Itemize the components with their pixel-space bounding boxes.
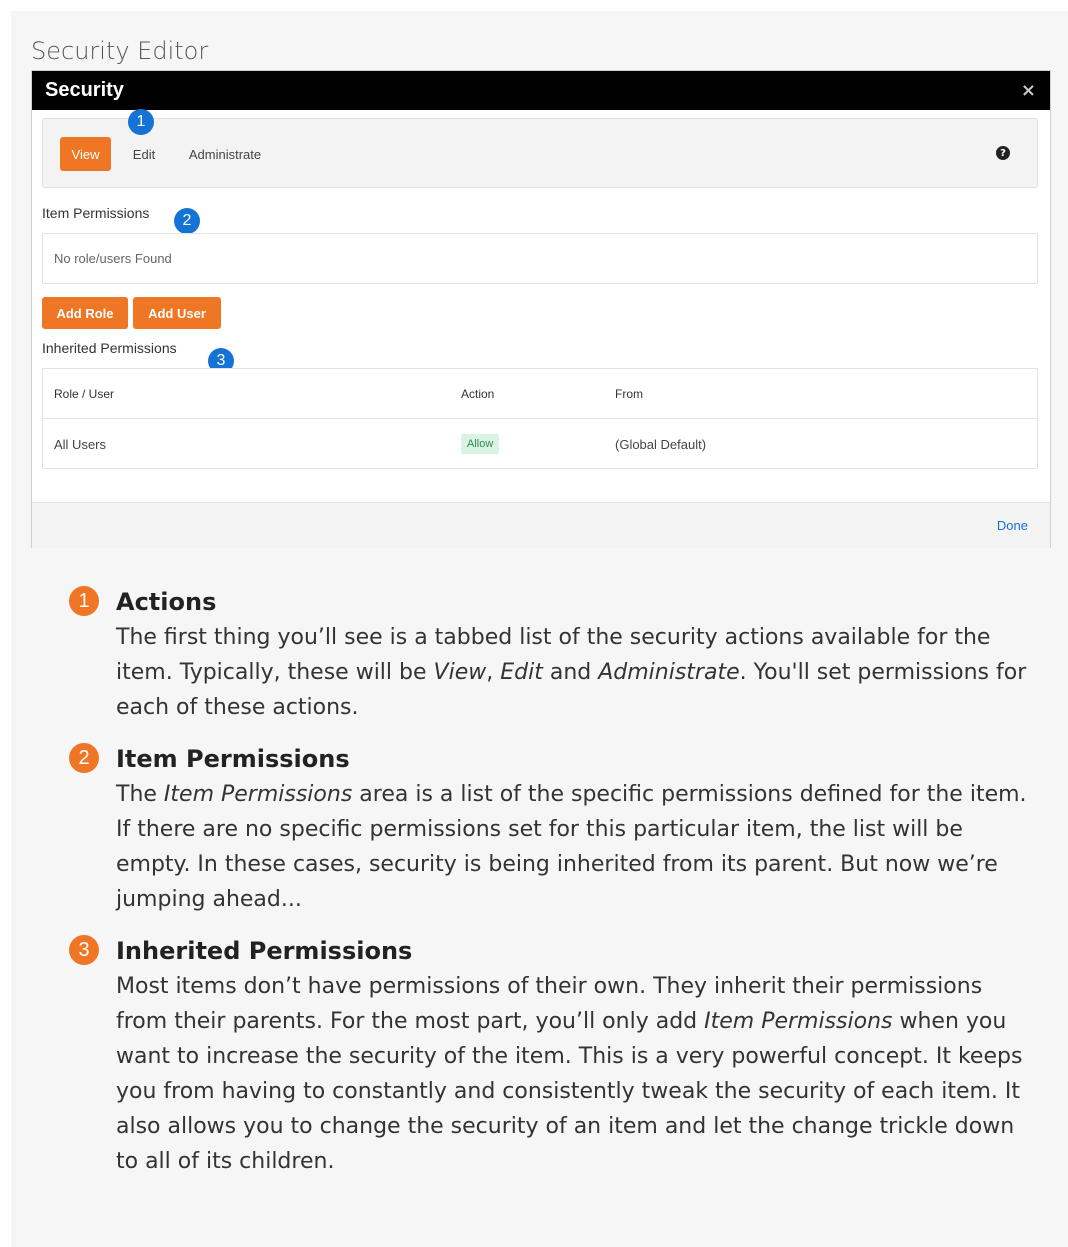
inherited-permissions-grid: Role / User Action From All Users Allow … bbox=[42, 368, 1038, 469]
item-body: Most items don’t have permissions of the… bbox=[116, 974, 1023, 1174]
item-title: Item Permissions bbox=[116, 745, 350, 773]
item-title: Actions bbox=[116, 588, 217, 616]
allow-badge: Allow bbox=[461, 434, 500, 454]
list-item: 3 Inherited Permissions Most items don’t… bbox=[69, 934, 1029, 1179]
list-item: 2 Item Permissions The Item Permissions … bbox=[69, 742, 1029, 917]
action-cell: Allow bbox=[461, 419, 500, 469]
column-header-action[interactable]: Action bbox=[461, 369, 494, 419]
tab-edit[interactable]: Edit bbox=[127, 137, 161, 171]
modal-header: Security × bbox=[32, 71, 1050, 110]
inherited-permissions-label: Inherited Permissions bbox=[42, 340, 177, 356]
callout-number-2: 2 bbox=[69, 743, 99, 773]
modal-title: Security bbox=[45, 79, 124, 101]
modal-footer: Done bbox=[32, 502, 1050, 548]
grid-header-row: Role / User Action From bbox=[43, 369, 1037, 419]
close-icon[interactable]: × bbox=[1021, 81, 1036, 100]
table-row[interactable]: All Users Allow (Global Default) bbox=[43, 419, 1037, 469]
explanation-list: 1 Actions The first thing you’ll see is … bbox=[69, 585, 1029, 1196]
item-title: Inherited Permissions bbox=[116, 937, 413, 965]
role-user-cell: All Users bbox=[54, 436, 107, 452]
callout-2-badge: 2 bbox=[174, 208, 200, 234]
add-role-button[interactable]: Add Role bbox=[42, 297, 128, 329]
column-header-from[interactable]: From bbox=[615, 369, 643, 419]
done-button[interactable]: Done bbox=[997, 518, 1028, 533]
callout-1-badge: 1 bbox=[128, 109, 154, 135]
actions-tab-bar: View Edit Administrate ? bbox=[42, 118, 1038, 188]
item-body: The first thing you’ll see is a tabbed l… bbox=[116, 625, 1027, 720]
add-user-button[interactable]: Add User bbox=[133, 297, 221, 329]
tab-administrate[interactable]: Administrate bbox=[177, 137, 273, 171]
item-permissions-empty: No role/users Found bbox=[42, 233, 1038, 284]
security-modal: Security × View Edit Administrate ? 1 It… bbox=[31, 70, 1051, 548]
tab-view[interactable]: View bbox=[60, 137, 111, 171]
page-caption: Security Editor bbox=[31, 37, 209, 65]
help-icon[interactable]: ? bbox=[996, 146, 1010, 160]
column-header-role-user[interactable]: Role / User bbox=[54, 369, 114, 419]
from-cell: (Global Default) bbox=[615, 436, 707, 452]
item-body: The Item Permissions area is a list of t… bbox=[116, 782, 1027, 912]
item-permissions-label: Item Permissions bbox=[42, 205, 150, 221]
list-item: 1 Actions The first thing you’ll see is … bbox=[69, 585, 1029, 725]
callout-number-1: 1 bbox=[69, 586, 99, 616]
callout-number-3: 3 bbox=[69, 935, 99, 965]
page-background: Security Editor Security × View Edit Adm… bbox=[11, 11, 1068, 1247]
